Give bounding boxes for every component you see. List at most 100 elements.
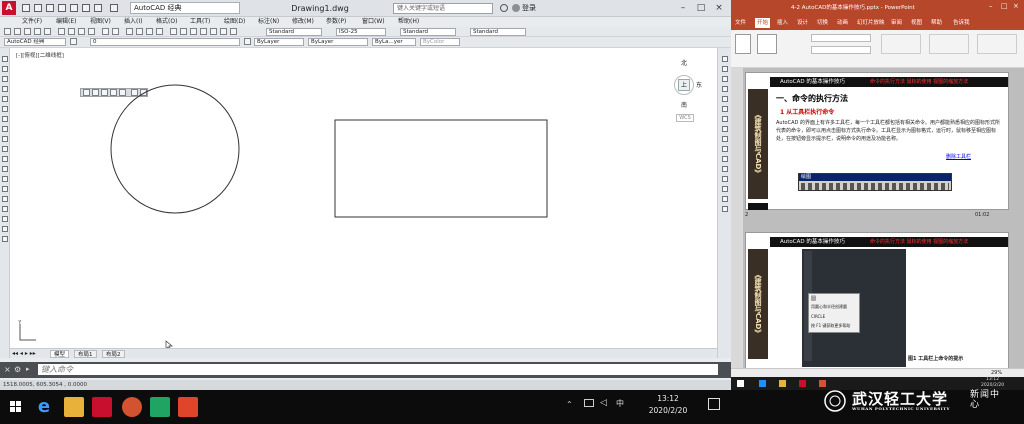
print-icon[interactable] — [70, 4, 78, 12]
command-input[interactable]: 键入命令 — [38, 364, 718, 375]
plotstyle-select[interactable]: ByColor — [420, 38, 460, 46]
new-file-icon[interactable] — [22, 4, 30, 12]
markup-icon[interactable] — [210, 28, 217, 35]
table-icon[interactable] — [2, 226, 8, 232]
font-format-row[interactable] — [811, 46, 871, 54]
right-folder-icon[interactable] — [779, 380, 786, 387]
open-icon[interactable] — [14, 28, 21, 35]
ppt-slide-thumbnails[interactable] — [731, 68, 743, 376]
hatch-icon[interactable] — [2, 196, 8, 202]
menu-tools[interactable]: 工具(T) — [190, 17, 210, 27]
workspace-select[interactable]: AutoCAD 经典 — [130, 2, 240, 14]
maximize-button[interactable]: □ — [692, 2, 710, 14]
login-button[interactable]: 登录 — [522, 3, 536, 14]
ppt-tell-me[interactable]: 告诉我 — [953, 18, 970, 28]
offset-icon[interactable] — [722, 86, 728, 92]
viewcube-south[interactable]: 南 — [681, 100, 687, 109]
pan-icon[interactable] — [126, 28, 133, 35]
menu-edit[interactable]: 编辑(E) — [56, 17, 76, 27]
tab-layout2[interactable]: 布局2 — [102, 350, 125, 358]
match-properties-icon[interactable] — [88, 28, 95, 35]
close-cmd-icon[interactable]: × — [4, 365, 11, 374]
tray-network-icon[interactable] — [584, 399, 594, 407]
windows-start-icon[interactable] — [10, 401, 22, 413]
menu-parametric[interactable]: 参数(P) — [326, 17, 346, 27]
autocad-logo-icon[interactable]: A — [2, 1, 16, 15]
explode-icon[interactable] — [722, 206, 728, 212]
dim-style-select[interactable]: ISO-25 — [336, 28, 386, 36]
zoom-previous-icon[interactable] — [156, 28, 163, 35]
menu-format[interactable]: 格式(O) — [156, 17, 177, 27]
slide1-link[interactable]: 删除工具栏 — [946, 153, 971, 160]
tab-nav-arrows-icon[interactable]: ◂◂ ◂ ▸ ▸▸ — [12, 350, 36, 357]
menu-window[interactable]: 窗口(W) — [362, 17, 385, 27]
drawing-canvas[interactable]: [-][俯视][二维线框] 北 上 东 南 WCS Y — [10, 48, 717, 348]
preview-icon[interactable] — [44, 28, 51, 35]
slide-2[interactable]: AutoCAD 的基本操作技巧 命令的执行方法 鼠标的使用 视图的缩放方法 《建… — [745, 232, 1009, 370]
make-block-icon[interactable] — [2, 176, 8, 182]
ppt-tab-animations[interactable]: 动画 — [837, 18, 848, 28]
menu-draw[interactable]: 绘图(D) — [224, 17, 245, 27]
linetype-select[interactable]: ByLayer — [308, 38, 368, 46]
ppt-tab-file[interactable]: 文件 — [735, 18, 746, 28]
menu-help[interactable]: 帮助(H) — [398, 17, 419, 27]
calculator-icon[interactable] — [220, 28, 227, 35]
right-autocad-icon[interactable] — [799, 380, 806, 387]
workspace-gear-icon[interactable] — [110, 4, 118, 12]
recorder-icon[interactable] — [178, 397, 198, 417]
editing-group[interactable] — [977, 34, 1017, 54]
cmd-history-icon[interactable]: ▸ — [26, 365, 30, 373]
tray-volume-icon[interactable]: ◁ — [600, 398, 607, 408]
close-button[interactable]: × — [710, 2, 728, 14]
slide-1[interactable]: AutoCAD 的基本操作技巧 命令的执行方法 鼠标的使用 视图的缩放方法 《建… — [745, 72, 1009, 210]
rectangle-icon[interactable] — [2, 96, 8, 102]
trim-icon[interactable] — [722, 146, 728, 152]
workspace-combo[interactable]: AutoCAD 经典 — [4, 38, 66, 46]
text-style-select[interactable]: Standard — [266, 28, 322, 36]
break-icon[interactable] — [722, 166, 728, 172]
ppt-tab-view[interactable]: 视图 — [911, 18, 922, 28]
move-icon[interactable] — [722, 106, 728, 112]
ppt-tab-design[interactable]: 设计 — [797, 18, 808, 28]
ppt-close-button[interactable]: × — [1013, 2, 1019, 10]
join-icon[interactable] — [722, 176, 728, 182]
wcs-menu[interactable]: WCS — [676, 114, 694, 122]
fillet-icon[interactable] — [722, 196, 728, 202]
zoom-window-icon[interactable] — [146, 28, 153, 35]
ellipse-icon[interactable] — [2, 146, 8, 152]
right-ppt-icon[interactable] — [819, 380, 826, 387]
new-slide-icon[interactable] — [757, 34, 777, 54]
make-current-layer-icon[interactable] — [244, 38, 251, 45]
copy-object-icon[interactable] — [722, 66, 728, 72]
viewcube-east[interactable]: 东 — [696, 80, 702, 89]
save-as-icon[interactable] — [58, 4, 66, 12]
drawing-group[interactable] — [929, 34, 969, 54]
chamfer-icon[interactable] — [722, 186, 728, 192]
extend-icon[interactable] — [722, 156, 728, 162]
cut-icon[interactable] — [58, 28, 65, 35]
right-edge-icon[interactable] — [759, 380, 766, 387]
ime-indicator[interactable]: 中 — [616, 398, 624, 409]
construction-line-icon[interactable] — [2, 66, 8, 72]
plot-icon[interactable] — [34, 28, 41, 35]
qnew-icon[interactable] — [4, 28, 11, 35]
rectangle-entity[interactable] — [334, 119, 548, 218]
rotate-icon[interactable] — [722, 116, 728, 122]
revision-cloud-icon[interactable] — [2, 126, 8, 132]
multileader-style-select[interactable]: Standard — [470, 28, 526, 36]
ppt-minimize-button[interactable]: – — [989, 2, 993, 10]
camtasia-icon[interactable] — [150, 397, 170, 417]
polygon-icon[interactable] — [2, 86, 8, 92]
line-icon[interactable] — [2, 56, 8, 62]
mirror-icon[interactable] — [722, 76, 728, 82]
viewcube-north[interactable]: 北 — [681, 58, 687, 67]
tool-palettes-icon[interactable] — [190, 28, 197, 35]
action-center-icon[interactable] — [708, 398, 720, 410]
paste-icon[interactable] — [78, 28, 85, 35]
ppt-tab-insert[interactable]: 插入 — [777, 18, 788, 28]
redo-icon[interactable] — [112, 28, 119, 35]
ppt-tab-transitions[interactable]: 切换 — [817, 18, 828, 28]
zoom-realtime-icon[interactable] — [136, 28, 143, 35]
undo-icon[interactable] — [82, 4, 90, 12]
ppt-tab-slideshow[interactable]: 幻灯片放映 — [857, 18, 885, 28]
